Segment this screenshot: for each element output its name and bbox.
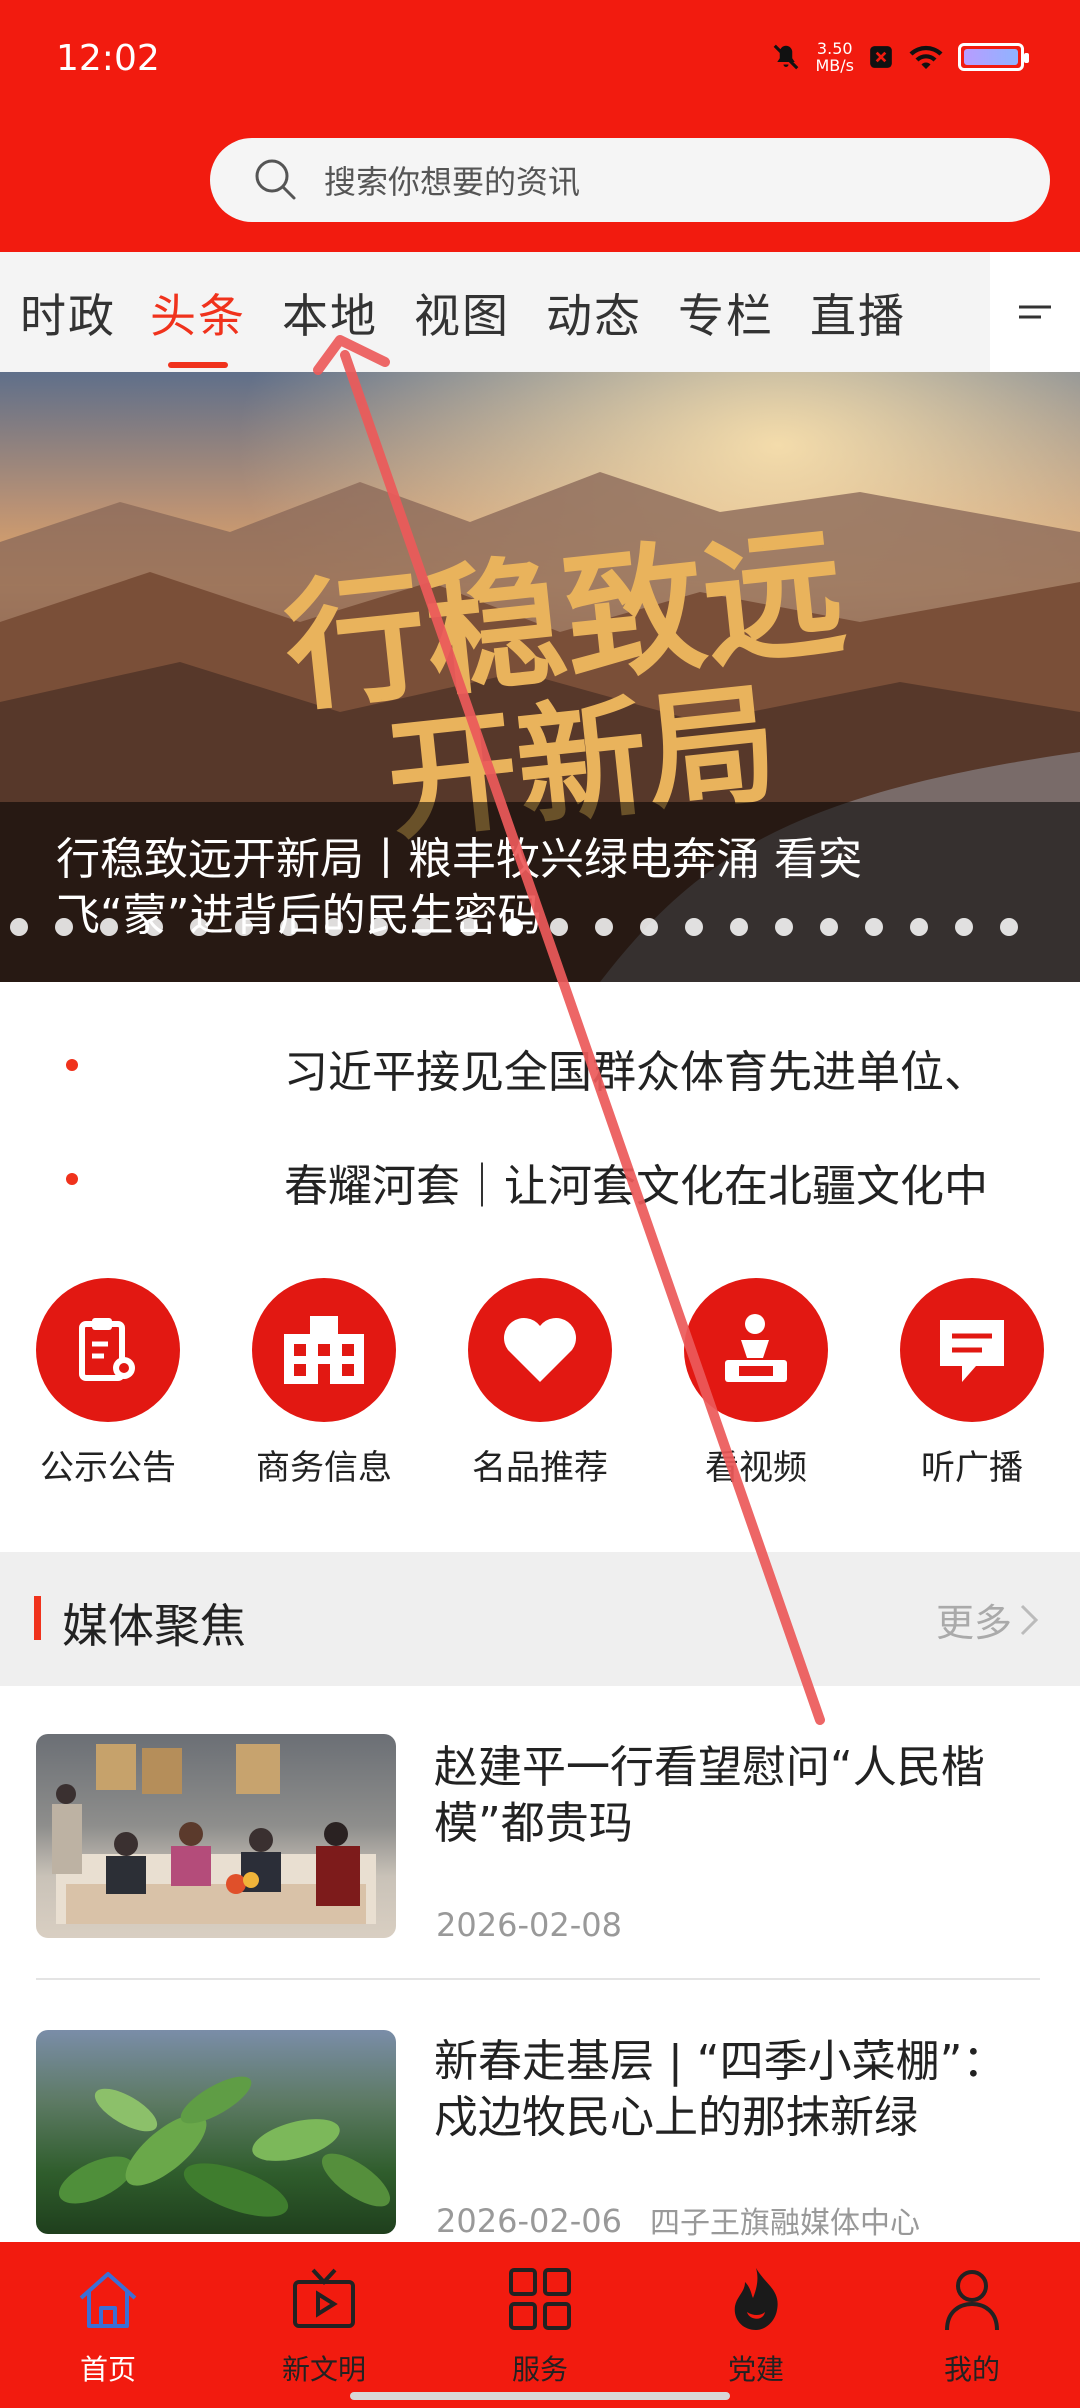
- carousel-dot: [55, 918, 73, 936]
- carousel-dot-active: [505, 918, 523, 936]
- headline-bullet: [66, 1059, 78, 1071]
- carousel-dot: [910, 918, 928, 936]
- nav-profile[interactable]: 我的: [892, 2264, 1052, 2388]
- flame-icon: [734, 2268, 778, 2330]
- shortcut-watch-video[interactable]: 看视频: [676, 1278, 836, 1489]
- news-photo: [58, 2076, 391, 2217]
- shortcut-announcements[interactable]: 公示公告: [28, 1278, 188, 1489]
- shortcut-label: 看视频: [705, 1448, 807, 1488]
- carousel-dot: [730, 918, 748, 936]
- news-thumbnail[interactable]: [36, 1734, 396, 1938]
- chat-bubble-icon: [940, 1320, 1004, 1382]
- app-header: 12:02 3.50 MB/s 搜索你想要的资讯: [0, 0, 1080, 252]
- nav-services[interactable]: 服务: [460, 2264, 620, 2388]
- carousel-dot: [100, 918, 118, 936]
- carousel-dot: [685, 918, 703, 936]
- banner-carousel[interactable]: 行稳致远 开新局 行稳致远开新局丨粮丰牧兴绿电奔涌 看突飞“蒙”进背后的民生密码: [0, 372, 1080, 982]
- shortcut-listen-radio[interactable]: 听广播: [892, 1278, 1052, 1489]
- carousel-dot: [595, 918, 613, 936]
- tab-dongtai[interactable]: 动态: [546, 280, 642, 346]
- carousel-dot: [640, 918, 658, 936]
- mute-icon: [774, 44, 799, 70]
- notification-icon: [870, 46, 892, 68]
- status-icons: 3.50 MB/s: [771, 39, 1029, 75]
- active-tab-indicator: [168, 362, 228, 368]
- news-source: 四子王旗融媒体中心: [650, 2206, 920, 2241]
- news-title[interactable]: 新春走基层 | “四季小菜棚”：戍边牧民心上的那抹新绿: [434, 2034, 1044, 2146]
- home-icon: [79, 2272, 137, 2328]
- tab-bendi[interactable]: 本地: [282, 280, 378, 346]
- news-thumbnail[interactable]: [36, 2030, 396, 2234]
- carousel-dot: [820, 918, 838, 936]
- carousel-dot: [775, 918, 793, 936]
- tab-zhuanlan[interactable]: 专栏: [678, 280, 774, 346]
- net-speed: 3.50 MB/s: [815, 39, 854, 75]
- media-focus-header: 媒体聚焦 更多: [0, 1552, 1080, 1686]
- tv-icon: [293, 2268, 355, 2328]
- carousel-dot: [280, 918, 298, 936]
- tab-zhibo[interactable]: 直播: [810, 280, 906, 346]
- battery-icon: [958, 43, 1029, 71]
- carousel-dot: [550, 918, 568, 936]
- carousel-dot: [1000, 918, 1018, 936]
- shortcut-label: 商务信息: [256, 1448, 392, 1488]
- wifi-icon: [909, 45, 943, 69]
- channel-tabs: 时政 头条 本地 视图 动态 专栏 直播: [0, 252, 1080, 372]
- news-date: 2026-02-08: [436, 1906, 622, 1944]
- home-indicator[interactable]: [350, 2392, 730, 2400]
- user-icon: [945, 2270, 999, 2331]
- carousel-indicators: [0, 918, 1080, 938]
- shortcut-label: 公示公告: [40, 1448, 176, 1488]
- headline-item[interactable]: 习近平接见全国群众体育先进单位、: [284, 1036, 1014, 1100]
- shortcut-business-info[interactable]: 商务信息: [244, 1278, 404, 1489]
- search-placeholder: 搜索你想要的资讯: [324, 163, 581, 201]
- clipboard-search-icon: [79, 1318, 135, 1381]
- tab-shitu[interactable]: 视图: [414, 280, 510, 346]
- tabs-menu-button[interactable]: [990, 252, 1080, 372]
- chevron-right-icon: [1020, 1604, 1039, 1635]
- building-icon: [284, 1316, 364, 1384]
- carousel-dot: [865, 918, 883, 936]
- heart-icon: [504, 1318, 576, 1382]
- tab-toutiao[interactable]: 头条: [150, 280, 246, 346]
- menu-icon: [1019, 305, 1051, 319]
- nav-home[interactable]: 首页: [28, 2264, 188, 2388]
- video-person-icon: [725, 1314, 787, 1382]
- section-title: 媒体聚焦: [62, 1599, 246, 1653]
- grid-icon: [509, 2268, 571, 2330]
- headline-item[interactable]: 春耀河套｜让河套文化在北疆文化中: [284, 1150, 1014, 1214]
- news-photo: [52, 1744, 376, 1924]
- nav-party-building[interactable]: 党建: [676, 2264, 836, 2388]
- news-title[interactable]: 赵建平一行看望慰问“人民楷模”都贵玛: [434, 1740, 1044, 1852]
- carousel-dot: [190, 918, 208, 936]
- divider: [36, 1978, 1040, 1980]
- carousel-dot: [955, 918, 973, 936]
- carousel-dot: [325, 918, 343, 936]
- tab-shizheng[interactable]: 时政: [20, 280, 116, 346]
- bottom-nav: 首页 新文明 服务 党建 我的: [0, 2242, 1080, 2408]
- search-icon: [255, 159, 296, 200]
- section-accent-bar: [34, 1596, 41, 1640]
- carousel-dot: [235, 918, 253, 936]
- status-time: 12:02: [56, 38, 160, 79]
- carousel-dot: [370, 918, 388, 936]
- shortcut-label: 名品推荐: [472, 1448, 608, 1488]
- carousel-dot: [460, 918, 478, 936]
- news-date: 2026-02-06: [436, 2202, 622, 2240]
- more-link[interactable]: 更多: [936, 1592, 1040, 1647]
- search-bar[interactable]: 搜索你想要的资讯: [210, 138, 1050, 222]
- headline-bullet: [66, 1173, 78, 1185]
- carousel-dot: [10, 918, 28, 936]
- shortcut-label: 听广播: [921, 1448, 1023, 1488]
- carousel-dot: [415, 918, 433, 936]
- shortcut-featured-products[interactable]: 名品推荐: [460, 1278, 620, 1489]
- carousel-dot: [145, 918, 163, 936]
- nav-new-civilization[interactable]: 新文明: [244, 2264, 404, 2388]
